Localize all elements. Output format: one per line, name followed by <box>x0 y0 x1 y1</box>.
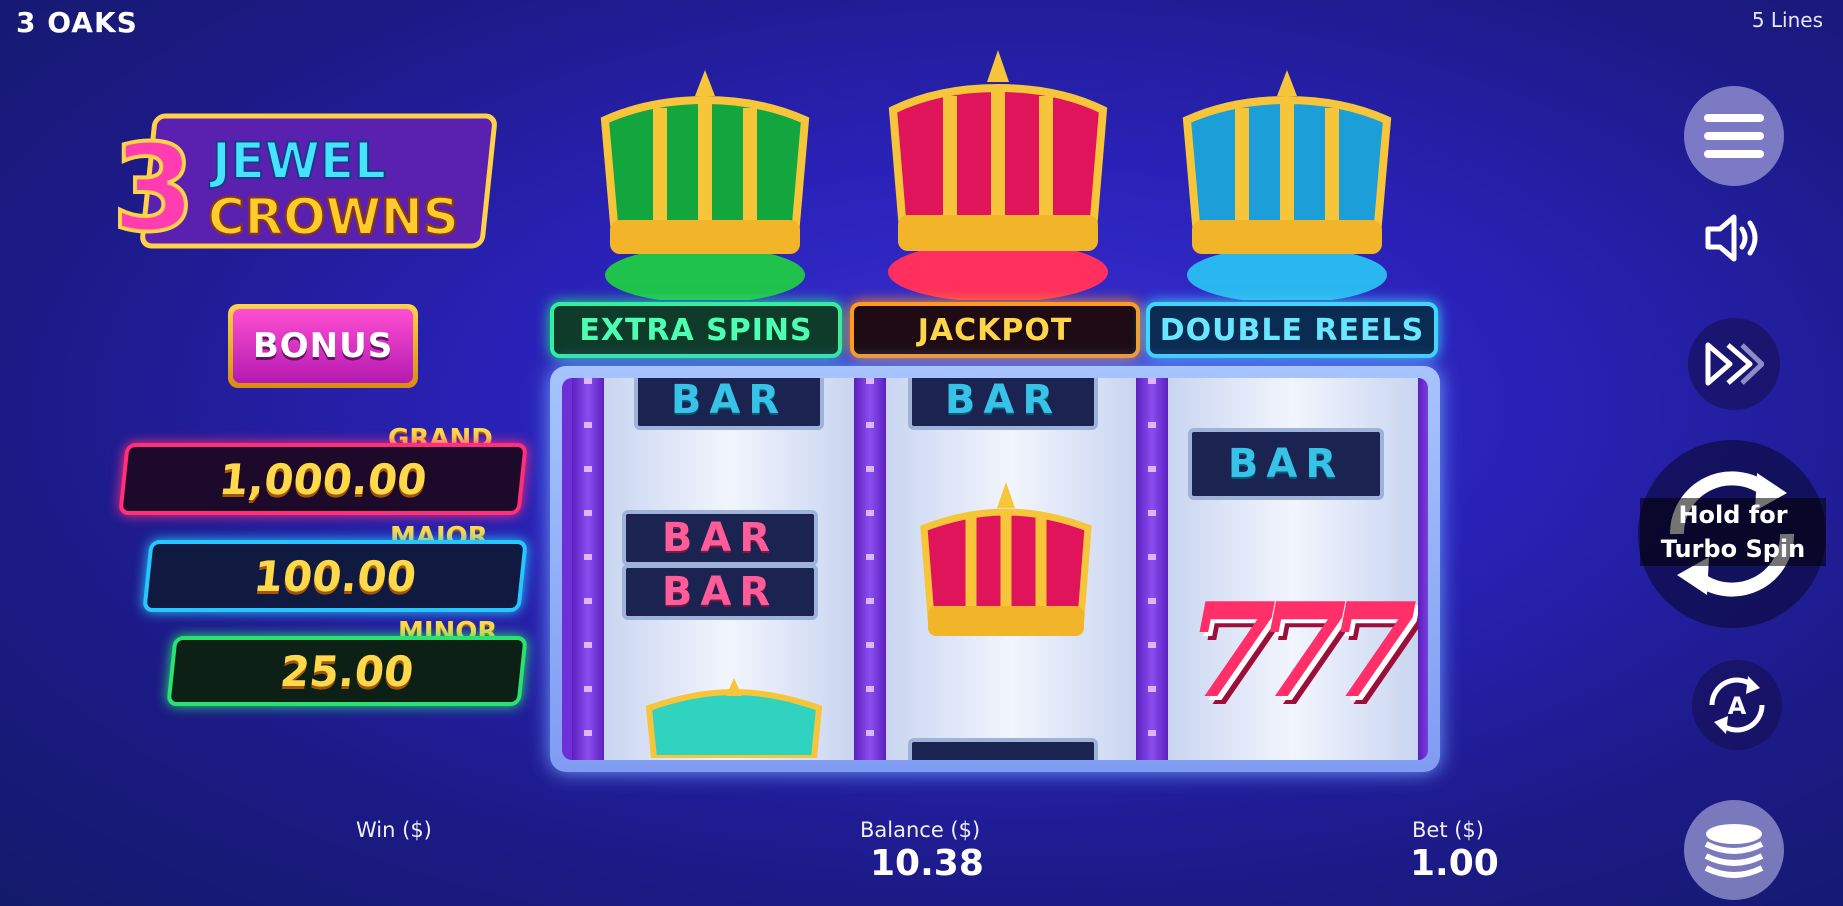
reel-divider <box>572 378 604 760</box>
bar-symbol: BAR <box>908 378 1098 430</box>
fast-forward-icon <box>1705 342 1764 386</box>
bar-symbol-partial <box>908 738 1098 760</box>
bet-label: Bet ($) <box>1412 818 1484 842</box>
reel-1: BAR BAR BAR <box>604 378 854 760</box>
teal-crown-icon <box>645 678 823 758</box>
bonus-button[interactable]: BONUS <box>228 304 418 388</box>
jackpot-grand-value: 1,000.00 <box>216 454 430 504</box>
sevens-symbol: 777 <box>1186 574 1417 727</box>
spin-hint: Hold for Turbo Spin <box>1640 498 1826 566</box>
balance-label: Balance ($) <box>860 818 981 842</box>
reel-area[interactable]: BAR BAR BAR BAR BAR 777 <box>550 366 1440 772</box>
red-crown-icon <box>888 50 1108 300</box>
speaker-icon <box>1705 214 1758 262</box>
jackpot-major: 100.00 <box>142 540 528 612</box>
feature-jackpot: JACKPOT <box>850 302 1140 358</box>
logo-line2: CROWNS <box>208 188 459 246</box>
feature-extra-spins: EXTRA SPINS <box>550 302 842 358</box>
lines-count: 5 Lines <box>1751 8 1823 32</box>
autoplay-icon: A <box>1709 676 1765 734</box>
bar-symbol: BAR <box>634 378 824 430</box>
green-crown-icon <box>600 70 810 300</box>
reel-2: BAR <box>886 378 1136 760</box>
feature-double-reels: DOUBLE REELS <box>1146 302 1438 358</box>
spin-hint-line1: Hold for <box>1678 501 1788 529</box>
jackpot-grand: 1,000.00 <box>118 443 528 515</box>
bar-symbol: BAR <box>1188 428 1384 500</box>
bonus-button-label: BONUS <box>233 309 413 383</box>
bet-button[interactable] <box>1684 800 1784 900</box>
spin-hint-line2: Turbo Spin <box>1660 535 1806 563</box>
jackpot-minor: 25.00 <box>166 636 528 706</box>
bet-value: 1.00 <box>1410 843 1499 884</box>
turbo-button[interactable] <box>1688 318 1780 410</box>
bar-symbol: BAR <box>622 564 818 620</box>
logo-line1: JEWEL <box>209 132 386 190</box>
provider-brand: 3 OAKS <box>16 6 138 39</box>
balance-value: 10.38 <box>870 843 984 884</box>
reel-divider <box>1136 378 1168 760</box>
bar-symbol: BAR <box>622 510 818 566</box>
jackpot-major-value: 100.00 <box>251 551 419 601</box>
reel-3: BAR 777 <box>1168 378 1418 760</box>
jackpot-minor-value: 25.00 <box>277 646 416 696</box>
win-label: Win ($) <box>356 818 432 842</box>
crown-symbol-icon <box>920 482 1092 636</box>
sound-button[interactable] <box>1700 208 1768 268</box>
blue-crown-icon <box>1182 70 1392 300</box>
game-logo: 3 JEWEL CROWNS <box>110 110 512 261</box>
logo-number: 3 <box>112 120 196 259</box>
coins-stack-icon <box>1704 824 1764 878</box>
hamburger-icon <box>1704 114 1764 158</box>
autoplay-button[interactable]: A <box>1692 660 1782 750</box>
reel-window: BAR BAR BAR BAR BAR 777 <box>562 378 1428 760</box>
reel-divider <box>854 378 886 760</box>
menu-button[interactable] <box>1684 86 1784 186</box>
reel-divider <box>1418 378 1428 760</box>
autoplay-label: A <box>1728 692 1747 720</box>
